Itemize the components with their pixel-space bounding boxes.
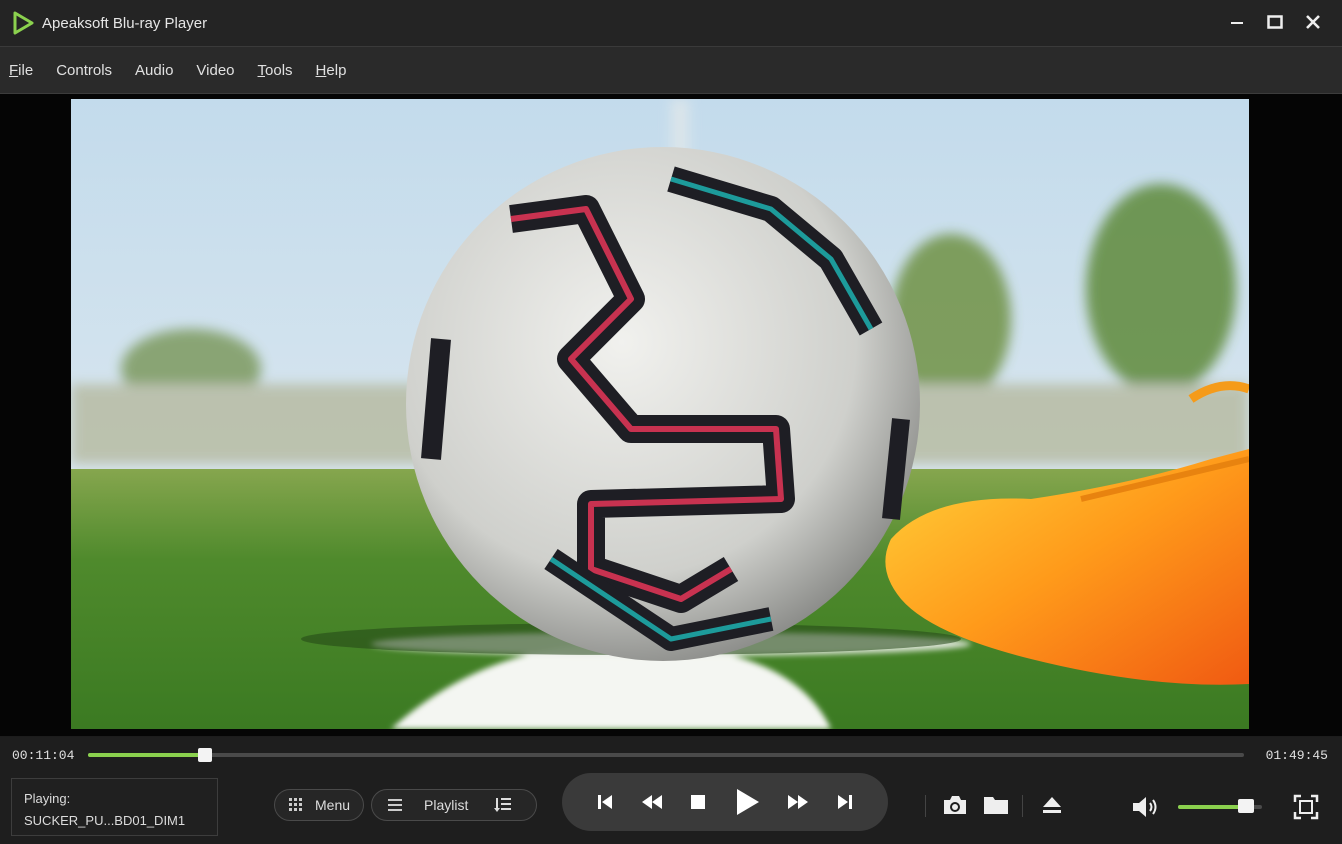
snapshot-button[interactable] (940, 791, 970, 819)
eject-button[interactable] (1038, 791, 1066, 819)
volume-slider-thumb[interactable] (1238, 799, 1255, 813)
skip-next-icon (838, 795, 853, 809)
menu-button-label: Menu (315, 797, 351, 813)
progress-row: 00:11:04 01:49:45 (0, 737, 1342, 773)
app-logo-icon (13, 11, 34, 35)
now-playing-panel: Playing: SUCKER_PU...BD01_DIM1 (11, 778, 218, 836)
fullscreen-icon (1293, 794, 1319, 820)
menu-help[interactable]: Help (316, 62, 347, 79)
playlist-sort-icon[interactable] (494, 797, 512, 813)
control-bar: Playing: SUCKER_PU...BD01_DIM1 Menu Play… (0, 773, 1342, 844)
toolbar-separator (925, 795, 926, 817)
playlist-button-label: Playlist (424, 797, 469, 813)
close-icon (1306, 15, 1320, 29)
now-playing-title: SUCKER_PU...BD01_DIM1 (24, 813, 186, 828)
menu-button[interactable]: Menu (274, 789, 364, 821)
snapshot-icon (944, 796, 966, 814)
close-button[interactable] (1302, 10, 1324, 34)
skip-previous-icon (597, 795, 612, 809)
menu-controls[interactable]: Controls (56, 62, 112, 79)
seek-bar-thumb[interactable] (197, 748, 212, 762)
app-title: Apeaksoft Blu-ray Player (42, 14, 208, 32)
volume-slider[interactable] (1178, 799, 1262, 813)
open-folder-button[interactable] (981, 791, 1011, 819)
menu-bar: File Controls Audio Video Tools Help (0, 47, 1342, 94)
playlist-button[interactable]: Playlist (371, 789, 537, 821)
volume-icon (1133, 797, 1157, 817)
skip-previous-button[interactable] (596, 793, 614, 811)
video-frame[interactable] (71, 99, 1249, 729)
maximize-icon (1267, 15, 1283, 29)
transport-controls (562, 773, 888, 831)
video-area[interactable] (0, 94, 1342, 736)
now-playing-label: Playing: (24, 791, 71, 806)
maximize-button[interactable] (1264, 10, 1286, 34)
grid-icon (289, 798, 302, 811)
fast-forward-button[interactable] (787, 794, 809, 810)
title-bar: Apeaksoft Blu-ray Player (0, 0, 1342, 47)
open-folder-icon (984, 797, 1008, 814)
video-frame-image (71, 99, 1249, 729)
rewind-icon (641, 795, 662, 809)
stop-icon (691, 795, 706, 809)
rewind-button[interactable] (641, 794, 663, 810)
current-time: 00:11:04 (12, 748, 75, 763)
total-time: 01:49:45 (1265, 748, 1328, 763)
menu-file[interactable]: File (9, 62, 33, 79)
fullscreen-button[interactable] (1291, 792, 1321, 822)
stop-button[interactable] (690, 794, 706, 810)
seek-bar-fill (88, 753, 205, 757)
volume-button[interactable] (1130, 793, 1162, 821)
seek-bar[interactable] (88, 748, 1244, 762)
minimize-button[interactable] (1226, 10, 1248, 34)
volume-slider-fill (1178, 805, 1247, 809)
toolbar-separator (1022, 795, 1023, 817)
list-icon (388, 799, 402, 811)
eject-icon (1043, 797, 1061, 813)
skip-next-button[interactable] (836, 793, 854, 811)
play-button[interactable] (734, 788, 760, 816)
menu-video[interactable]: Video (196, 62, 234, 79)
fast-forward-icon (787, 795, 808, 809)
minimize-icon (1231, 22, 1243, 24)
menu-tools[interactable]: Tools (258, 62, 293, 79)
menu-audio[interactable]: Audio (135, 62, 173, 79)
play-icon (736, 789, 759, 815)
